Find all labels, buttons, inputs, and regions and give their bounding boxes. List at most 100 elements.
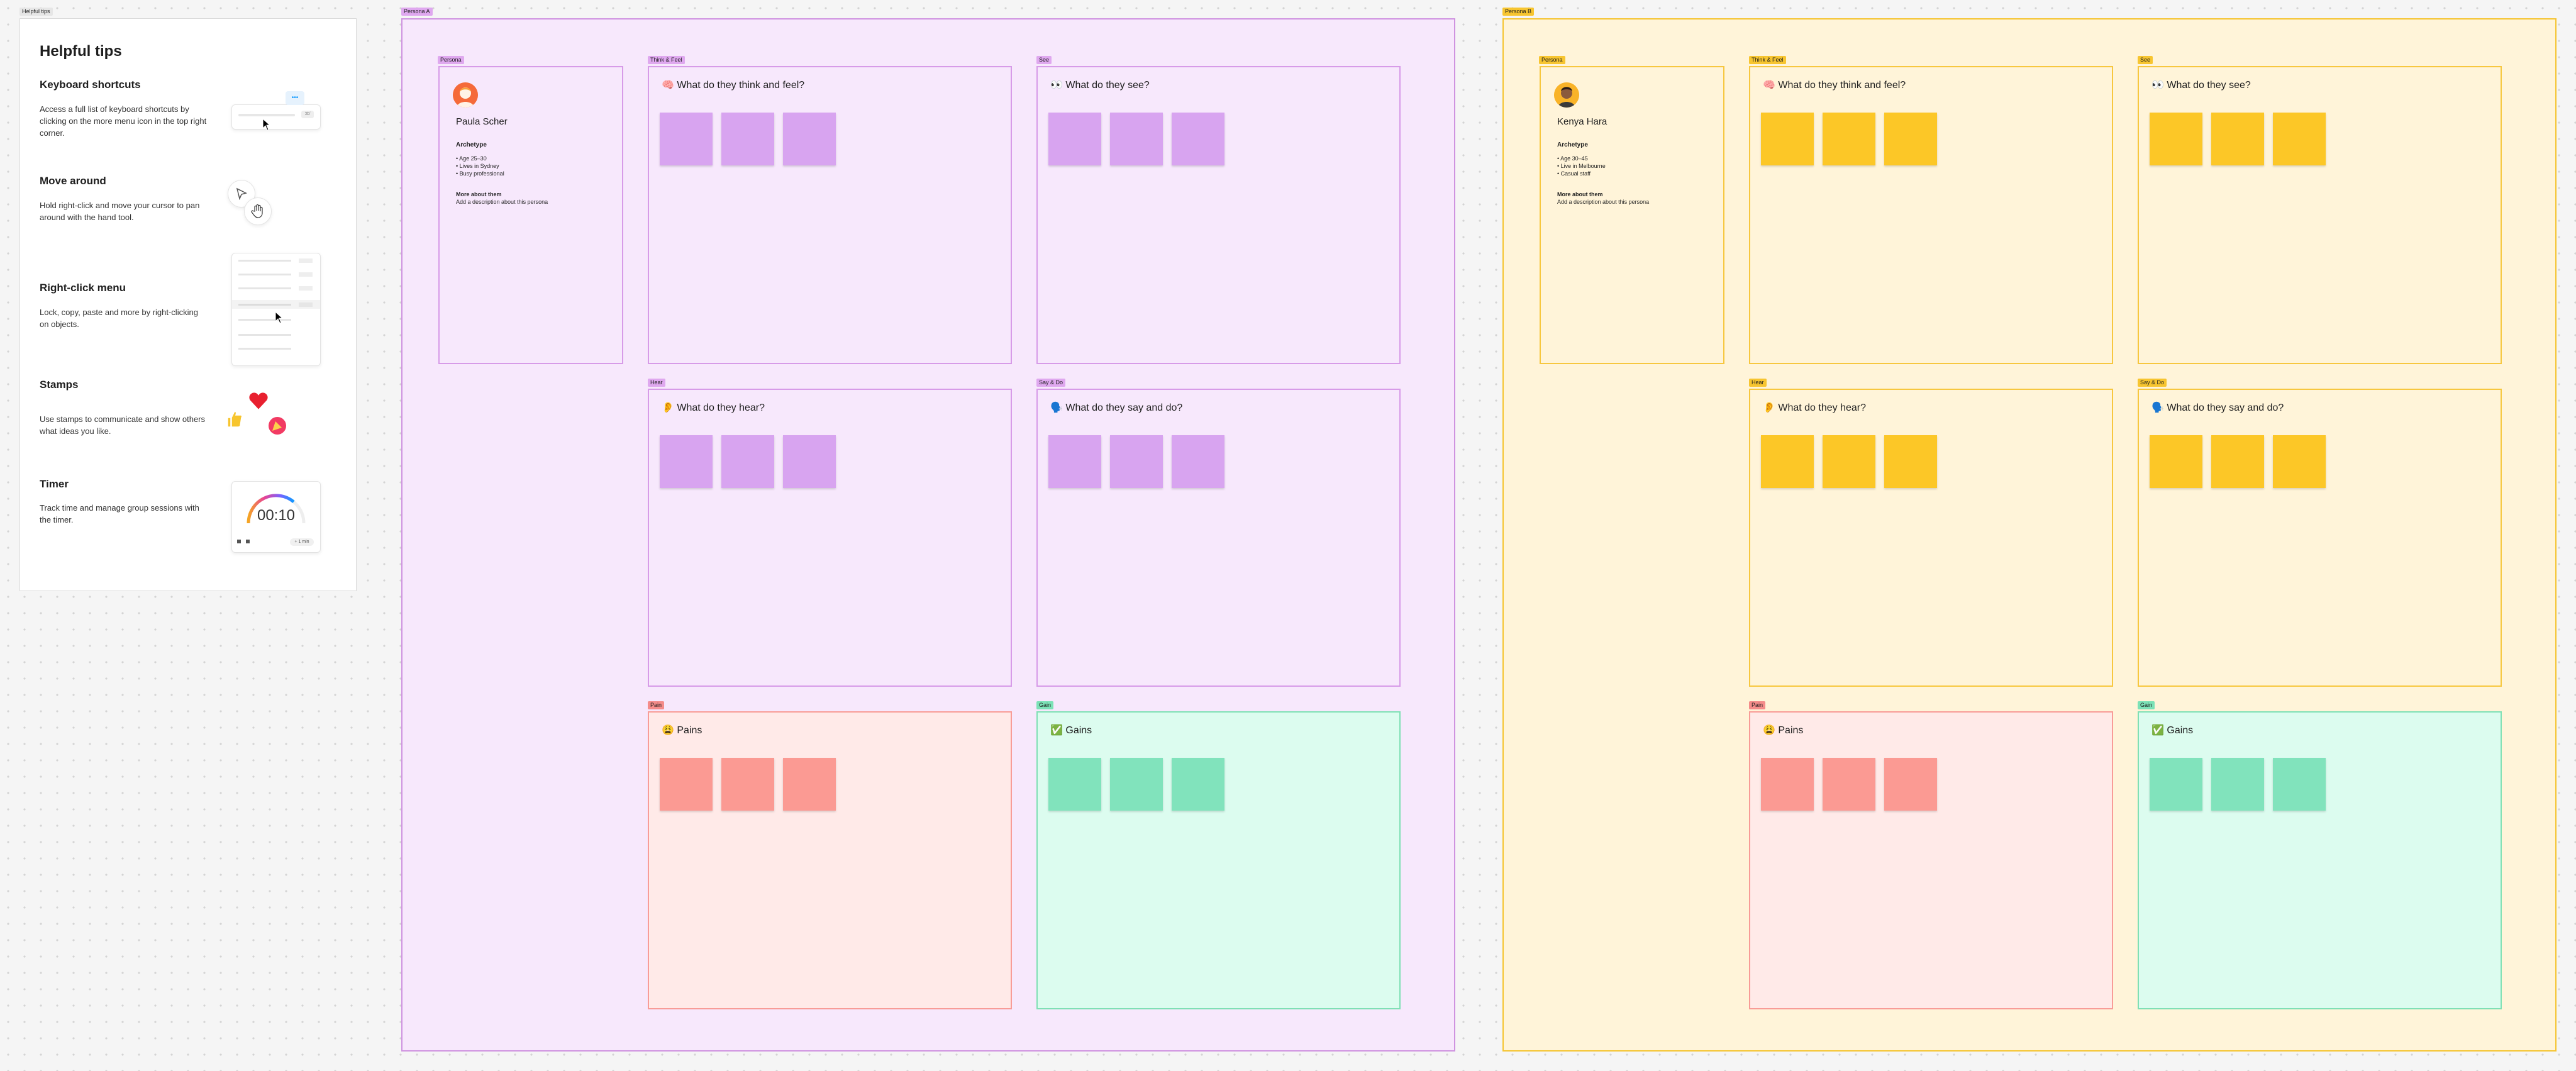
sticky-note[interactable]	[783, 758, 836, 811]
sticky-note[interactable]	[2211, 435, 2264, 488]
persona-a-board[interactable]: Persona Paula Scher Archetype • Age 25–3…	[401, 18, 1455, 1052]
sticky-note[interactable]	[1172, 435, 1224, 488]
sticky-note[interactable]	[2211, 758, 2264, 811]
archetype-label: Archetype	[1557, 142, 1588, 148]
sticky-note[interactable]	[1110, 435, 1163, 488]
section-label-say-do[interactable]: Say & Do	[1036, 379, 1066, 387]
timer-add-minute: + 1 min	[290, 538, 314, 546]
section-label-say-do[interactable]: Say & Do	[2138, 379, 2167, 387]
section-pains[interactable]: 😩 Pains	[648, 711, 1012, 1009]
persona-bullet: • Casual staff	[1557, 170, 1591, 177]
section-think-feel[interactable]: 🧠 What do they think and feel?	[648, 66, 1012, 364]
sticky-note[interactable]	[2273, 758, 2326, 811]
timer-stop-icon	[246, 540, 250, 543]
sticky-note[interactable]	[1884, 113, 1937, 165]
menu-line	[238, 260, 291, 262]
persona-card-label[interactable]: Persona	[438, 56, 464, 64]
section-title: 👀 What do they see?	[1050, 80, 1150, 91]
section-pains[interactable]: 😩 Pains	[1749, 711, 2113, 1009]
archetype-label: Archetype	[456, 142, 487, 148]
persona-description[interactable]: Add a description about this persona	[456, 199, 548, 205]
sticky-note[interactable]	[1110, 113, 1163, 165]
persona-bullet: • Busy professional	[456, 170, 504, 177]
section-label-pains[interactable]: Pain	[648, 701, 665, 709]
persona-card-label[interactable]: Persona	[1539, 56, 1565, 64]
cursor-icon	[275, 311, 284, 324]
sticky-note[interactable]	[1048, 758, 1101, 811]
sticky-note[interactable]	[660, 758, 713, 811]
section-label-see[interactable]: See	[2138, 56, 2153, 64]
sticky-note[interactable]	[1110, 758, 1163, 811]
menu-shortcut	[299, 302, 313, 307]
sticky-note[interactable]	[1172, 758, 1224, 811]
section-label-hear[interactable]: Hear	[648, 379, 665, 387]
section-title: ✅ Gains	[2151, 725, 2194, 736]
sticky-note[interactable]	[783, 435, 836, 488]
section-gains[interactable]: ✅ Gains	[2138, 711, 2502, 1009]
sticky-note[interactable]	[721, 113, 774, 165]
sticky-note[interactable]	[1884, 435, 1937, 488]
section-hear[interactable]: 👂 What do they hear?	[1749, 389, 2113, 687]
avatar	[1554, 82, 1579, 108]
persona-card[interactable]: Kenya Hara Archetype • Age 30–45 • Live …	[1540, 66, 1724, 364]
sticky-note[interactable]	[1823, 113, 1875, 165]
sticky-note[interactable]	[1761, 113, 1814, 165]
section-hear[interactable]: 👂 What do they hear?	[648, 389, 1012, 687]
section-label-see[interactable]: See	[1036, 56, 1052, 64]
section-say-do[interactable]: 🗣️ What do they say and do?	[2138, 389, 2502, 687]
sticky-note[interactable]	[1884, 758, 1937, 811]
menu-shortcut	[299, 272, 313, 277]
section-see[interactable]: 👀 What do they see?	[2138, 66, 2502, 364]
tip-text-right-click-menu: Lock, copy, paste and more by right-clic…	[40, 308, 198, 329]
section-gains[interactable]: ✅ Gains	[1036, 711, 1401, 1009]
section-label-think-feel[interactable]: Think & Feel	[1749, 56, 1786, 64]
sticky-note[interactable]	[2150, 435, 2202, 488]
section-label-pains[interactable]: Pain	[1749, 701, 1766, 709]
sticky-note[interactable]	[2273, 435, 2326, 488]
tip-text-timer: Track time and manage group sessions wit…	[40, 503, 199, 524]
sticky-note[interactable]	[660, 435, 713, 488]
persona-card[interactable]: Paula Scher Archetype • Age 25–30 • Live…	[438, 66, 623, 364]
section-say-do[interactable]: 🗣️ What do they say and do?	[1036, 389, 1401, 687]
sticky-note[interactable]	[721, 435, 774, 488]
persona-a-board-label[interactable]: Persona A	[401, 8, 433, 16]
section-title: 😩 Pains	[662, 725, 702, 736]
tip-text-move-around: Hold right-click and move your cursor to…	[40, 201, 200, 222]
section-label-gains[interactable]: Gain	[1036, 701, 1054, 709]
context-menu-illustration	[231, 253, 321, 366]
persona-b-board-label[interactable]: Persona B	[1502, 8, 1535, 16]
section-label-gains[interactable]: Gain	[2138, 701, 2155, 709]
section-label-think-feel[interactable]: Think & Feel	[648, 56, 685, 64]
menu-line	[238, 287, 291, 289]
sticky-note[interactable]	[2273, 113, 2326, 165]
sticky-note[interactable]	[1823, 435, 1875, 488]
helpful-tips-panel[interactable]: Helpful tips Keyboard shortcuts Access a…	[19, 18, 357, 591]
heart-stamp-icon	[248, 391, 269, 411]
timer-value: 00:10	[257, 507, 296, 524]
helpful-tips-section-label[interactable]: Helpful tips	[19, 8, 53, 16]
section-label-hear[interactable]: Hear	[1749, 379, 1767, 387]
tip-heading-keyboard-shortcuts: Keyboard shortcuts	[40, 79, 141, 91]
sticky-note[interactable]	[783, 113, 836, 165]
sticky-note[interactable]	[1172, 113, 1224, 165]
sticky-note[interactable]	[1048, 113, 1101, 165]
sticky-note[interactable]	[2150, 113, 2202, 165]
menu-line	[238, 274, 291, 275]
sticky-note[interactable]	[660, 113, 713, 165]
sticky-note[interactable]	[721, 758, 774, 811]
sticky-note[interactable]	[1048, 435, 1101, 488]
sticky-note[interactable]	[1761, 435, 1814, 488]
persona-description[interactable]: Add a description about this persona	[1557, 199, 1649, 205]
sticky-note[interactable]	[2211, 113, 2264, 165]
menu-shortcut	[299, 286, 313, 291]
more-about-label: More about them	[1557, 191, 1603, 197]
persona-b-board[interactable]: Persona Kenya Hara Archetype • Age 30–45…	[1502, 18, 2557, 1052]
timer-reset-icon	[237, 540, 241, 543]
sticky-note[interactable]	[1761, 758, 1814, 811]
sticky-note[interactable]	[1823, 758, 1875, 811]
menu-line	[238, 304, 291, 306]
section-see[interactable]: 👀 What do they see?	[1036, 66, 1401, 364]
section-think-feel[interactable]: 🧠 What do they think and feel?	[1749, 66, 2113, 364]
sticky-note[interactable]	[2150, 758, 2202, 811]
tip-heading-move-around: Move around	[40, 175, 106, 187]
